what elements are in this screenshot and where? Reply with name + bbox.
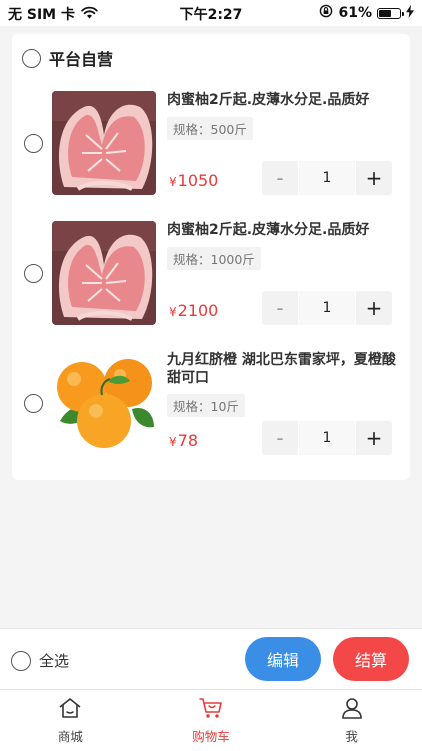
minus-button[interactable]: -	[262, 421, 298, 455]
quantity-value[interactable]: 1	[298, 291, 356, 325]
status-bar: 无 SIM 卡 下午2:27 61%	[0, 0, 422, 26]
minus-button[interactable]: -	[262, 291, 298, 325]
user-icon	[340, 697, 364, 723]
plus-button[interactable]: +	[356, 421, 392, 455]
checkout-button[interactable]: 结算	[333, 637, 409, 681]
tab-label: 购物车	[192, 729, 230, 744]
item-select-radio[interactable]	[24, 134, 43, 153]
status-right: 61%	[319, 4, 414, 22]
item-title: 九月红脐橙 湖北巴东雷家坪，夏橙酸甜可口	[167, 352, 396, 386]
quantity-stepper: - 1 +	[262, 291, 392, 325]
item-spec: 规格：1000斤	[167, 247, 261, 270]
cart-item: 肉蜜柚2斤起.皮薄水分足.品质好 规格：1000斤 ¥2100 - 1 +	[12, 221, 410, 331]
select-all-control[interactable]: 全选	[11, 650, 69, 671]
item-select-radio[interactable]	[24, 264, 43, 283]
currency-symbol: ¥	[169, 175, 177, 189]
shop-header: 平台自营	[22, 46, 113, 70]
tab-label: 商城	[57, 729, 83, 744]
currency-symbol: ¥	[169, 305, 177, 319]
charging-icon	[406, 4, 414, 22]
battery-icon	[377, 7, 404, 19]
cart-action-bar: 全选 编辑 结算	[0, 628, 422, 689]
pomelo-image	[52, 91, 156, 195]
minus-button[interactable]: -	[262, 161, 298, 195]
home-icon	[58, 697, 82, 723]
orange-image	[52, 351, 156, 455]
tab-home[interactable]: 商城	[0, 690, 141, 751]
item-select-radio[interactable]	[24, 394, 43, 413]
shop-select-radio[interactable]	[22, 48, 41, 68]
item-spec: 规格：10斤	[167, 394, 245, 417]
select-all-radio[interactable]	[11, 650, 31, 671]
item-price: ¥1050	[169, 171, 218, 190]
tab-cart[interactable]: 购物车	[141, 690, 282, 751]
cart-item: 肉蜜柚2斤起.皮薄水分足.品质好 规格：500斤 ¥1050 - 1 +	[12, 91, 410, 201]
battery-percent: 61%	[338, 5, 372, 21]
quantity-value[interactable]: 1	[298, 421, 356, 455]
item-title: 肉蜜柚2斤起.皮薄水分足.品质好	[167, 222, 370, 238]
tab-bar: 商城 购物车 我	[0, 689, 422, 751]
price-value: 78	[177, 431, 198, 450]
item-price: ¥78	[169, 431, 198, 450]
cart-card: 平台自营 肉蜜柚2斤起.皮薄水分足.品质好 规格：500斤 ¥1050 - 1 …	[12, 34, 410, 480]
price-value: 1050	[177, 171, 219, 190]
edit-button[interactable]: 编辑	[245, 637, 321, 681]
plus-button[interactable]: +	[356, 161, 392, 195]
plus-button[interactable]: +	[356, 291, 392, 325]
price-value: 2100	[177, 301, 219, 320]
cart-icon	[199, 697, 223, 723]
quantity-stepper: - 1 +	[262, 161, 392, 195]
currency-symbol: ¥	[169, 435, 177, 449]
item-title: 肉蜜柚2斤起.皮薄水分足.品质好	[167, 92, 370, 108]
select-all-label: 全选	[39, 652, 70, 670]
item-price: ¥2100	[169, 301, 218, 320]
rotation-lock-icon	[319, 4, 333, 22]
shop-name: 平台自营	[49, 50, 114, 69]
quantity-stepper: - 1 +	[262, 421, 392, 455]
tab-label: 我	[345, 729, 358, 744]
quantity-value[interactable]: 1	[298, 161, 356, 195]
pomelo-image	[52, 221, 156, 325]
tab-profile[interactable]: 我	[281, 690, 422, 751]
cart-item: 九月红脐橙 湖北巴东雷家坪，夏橙酸甜可口 规格：10斤 ¥78 - 1 +	[12, 351, 410, 461]
item-spec: 规格：500斤	[167, 117, 253, 140]
battery-level	[379, 9, 392, 17]
